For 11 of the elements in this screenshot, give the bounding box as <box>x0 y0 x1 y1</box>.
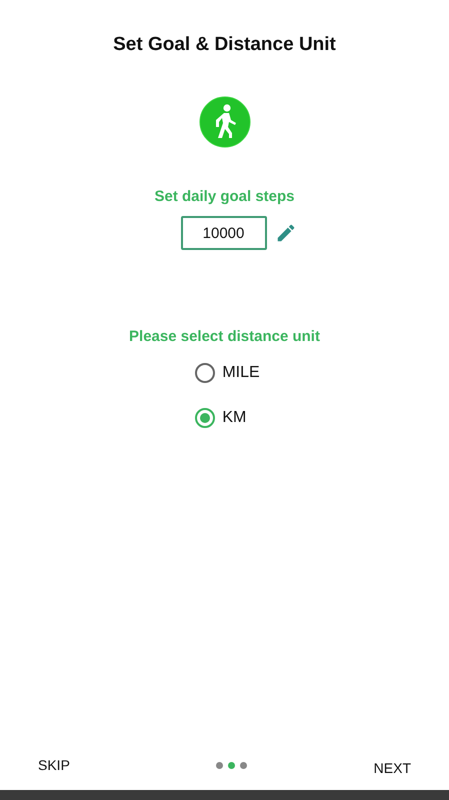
unit-label: Please select distance unit <box>129 328 320 345</box>
radio-icon[interactable] <box>195 363 216 383</box>
radio-icon[interactable] <box>195 408 216 428</box>
unit-radio-option[interactable]: KM <box>195 408 260 428</box>
screen-title: Set Goal & Distance Unit <box>113 34 336 56</box>
skip-button[interactable]: SKIP <box>30 753 78 777</box>
goal-steps-field[interactable]: 10000 <box>180 216 266 250</box>
goal-label: Set daily goal steps <box>154 188 295 205</box>
unit-radio-option[interactable]: MILE <box>195 363 260 383</box>
next-button[interactable]: NEXT <box>366 756 419 780</box>
walking-person-icon <box>198 96 250 148</box>
